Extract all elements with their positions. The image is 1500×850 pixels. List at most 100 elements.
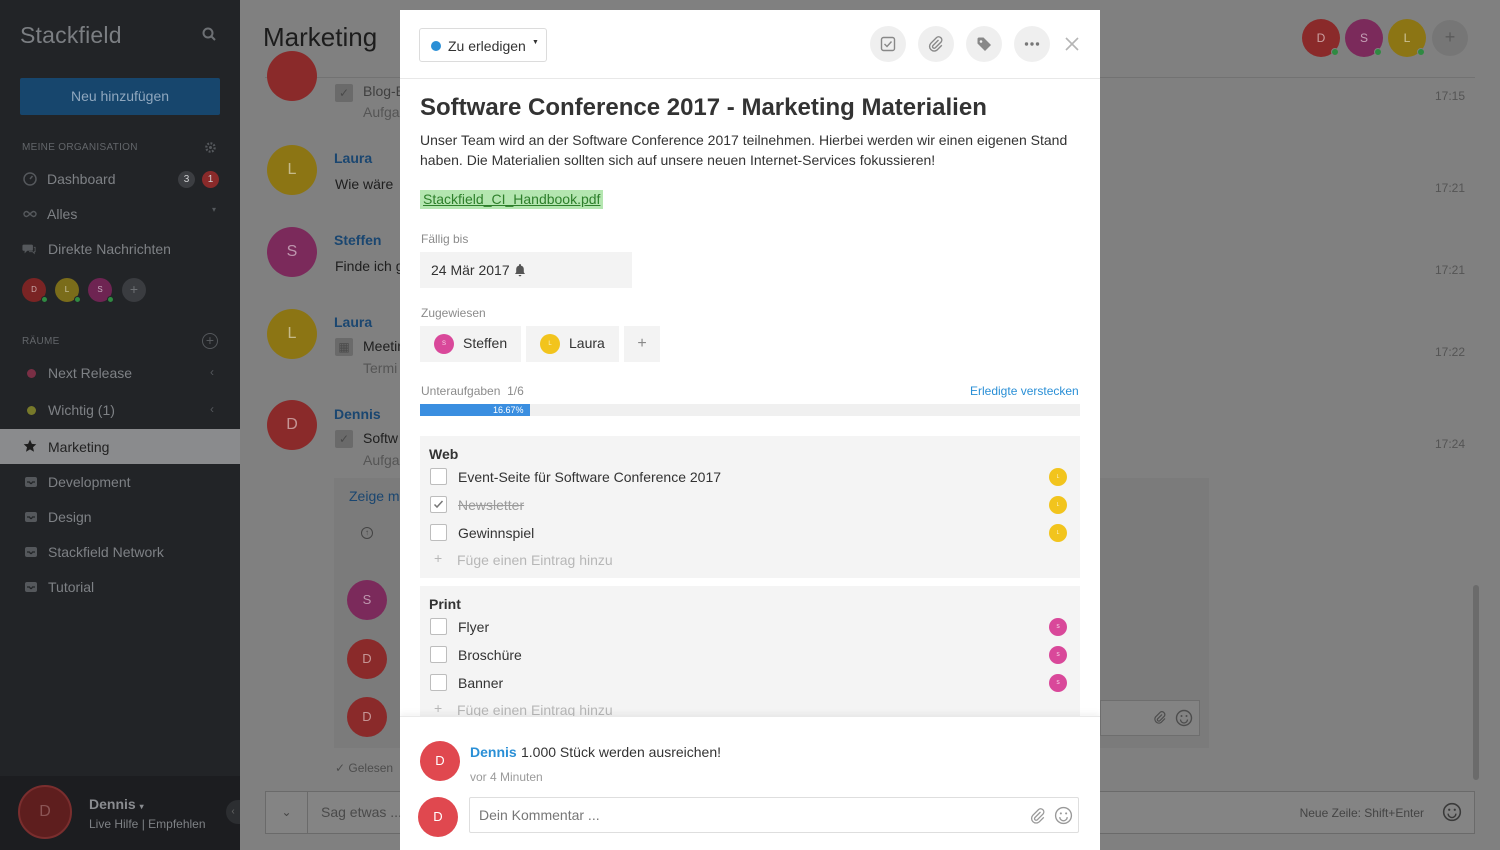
- avatar: L: [540, 334, 560, 354]
- avatar[interactable]: L: [267, 145, 317, 195]
- checkbox[interactable]: [430, 674, 447, 691]
- sidebar-item-design[interactable]: Design: [0, 500, 240, 534]
- add-checklist-item[interactable]: + Füge einen Eintrag hinzu: [420, 548, 1080, 572]
- attachment-link[interactable]: Stackfield_CI_Handbook.pdf: [420, 190, 604, 209]
- more-options-button[interactable]: [1014, 26, 1050, 62]
- emoji-icon[interactable]: [1054, 806, 1073, 825]
- hide-completed-link[interactable]: Erledigte verstecken: [970, 384, 1079, 398]
- caret-down-icon[interactable]: ▾: [212, 205, 216, 214]
- checkbox[interactable]: [430, 618, 447, 635]
- comment-input[interactable]: Dein Kommentar ...: [469, 797, 1079, 833]
- paperclip-icon[interactable]: [1030, 808, 1046, 824]
- contact-avatar[interactable]: L: [55, 278, 81, 303]
- thread-reply-input[interactable]: [1100, 700, 1200, 736]
- avatar[interactable]: S: [1049, 618, 1067, 636]
- search-icon[interactable]: [202, 27, 216, 41]
- checklist-item-text[interactable]: Event-Seite für Software Conference 2017: [458, 469, 721, 485]
- contact-avatar[interactable]: D: [22, 278, 48, 303]
- sidebar-item-development[interactable]: Development: [0, 465, 240, 499]
- avatar[interactable]: L: [1049, 496, 1067, 514]
- sidebar-item-next-release[interactable]: Next Release ‹: [0, 356, 240, 390]
- chevron-left-icon[interactable]: ‹: [210, 365, 214, 379]
- task-check-button[interactable]: [870, 26, 906, 62]
- checkbox[interactable]: [430, 496, 447, 513]
- chevron-left-icon[interactable]: ‹: [210, 402, 214, 416]
- member-avatar[interactable]: L: [1388, 19, 1426, 57]
- scrollbar[interactable]: [1473, 585, 1479, 780]
- message-author[interactable]: Steffen: [334, 232, 381, 248]
- emoji-icon[interactable]: [1175, 709, 1193, 727]
- add-assignee-button[interactable]: +: [624, 326, 660, 362]
- task-description[interactable]: Unser Team wird an der Software Conferen…: [420, 130, 1085, 170]
- count-badge: 3: [178, 171, 195, 188]
- checklist-item-text[interactable]: Banner: [458, 675, 503, 691]
- comment-text: 1.000 Stück werden ausreichen!: [521, 744, 722, 760]
- add-new-button[interactable]: Neu hinzufügen: [20, 78, 220, 115]
- gear-icon[interactable]: [204, 141, 217, 154]
- member-avatar[interactable]: S: [1345, 19, 1383, 57]
- avatar[interactable]: S: [347, 580, 387, 620]
- attach-button[interactable]: [918, 26, 954, 62]
- contact-avatar[interactable]: S: [88, 278, 114, 303]
- message-author[interactable]: Laura: [334, 150, 372, 166]
- add-room-button[interactable]: +: [202, 333, 218, 349]
- checkbox[interactable]: [430, 524, 447, 541]
- comment-time: vor 4 Minuten: [470, 770, 543, 784]
- avatar[interactable]: D: [420, 741, 460, 781]
- avatar[interactable]: S: [267, 227, 317, 277]
- assignee-chip[interactable]: L Laura: [526, 326, 619, 362]
- status-dropdown[interactable]: Zu erledigen ▼: [419, 28, 547, 62]
- user-menu[interactable]: Dennis ▾: [89, 796, 144, 812]
- add-member-button[interactable]: +: [1432, 20, 1468, 56]
- online-indicator: [107, 296, 114, 303]
- sidebar-item-marketing[interactable]: Marketing: [0, 429, 240, 464]
- avatar[interactable]: L: [1049, 524, 1067, 542]
- avatar[interactable]: S: [1049, 646, 1067, 664]
- avatar[interactable]: S: [1049, 674, 1067, 692]
- avatar[interactable]: D: [267, 400, 317, 450]
- checkbox[interactable]: [430, 646, 447, 663]
- sidebar-item-direct-messages[interactable]: Direkte Nachrichten: [0, 232, 240, 266]
- sidebar-item-tutorial[interactable]: Tutorial: [0, 570, 240, 604]
- message-author[interactable]: Laura: [334, 314, 372, 330]
- message-author[interactable]: Dennis: [334, 406, 381, 422]
- message-input[interactable]: Sag etwas ...: [321, 804, 402, 820]
- close-icon[interactable]: [1062, 34, 1082, 54]
- avatar[interactable]: [267, 51, 317, 101]
- member-avatar[interactable]: D: [1302, 19, 1340, 57]
- paperclip-icon[interactable]: [1153, 711, 1167, 725]
- show-more-link[interactable]: Zeige m: [349, 488, 400, 504]
- sidebar-item-all[interactable]: Alles ▾: [0, 197, 240, 231]
- chevron-down-icon[interactable]: ⌄: [266, 792, 308, 833]
- avatar[interactable]: D: [347, 697, 387, 737]
- comment-author[interactable]: Dennis: [470, 744, 517, 760]
- checklist-item-text[interactable]: Broschüre: [458, 647, 522, 663]
- message-text: Blog-B: [363, 83, 406, 99]
- arrow-up-icon[interactable]: ↑: [361, 527, 373, 539]
- bell-icon[interactable]: [514, 263, 526, 277]
- sidebar-item-dashboard[interactable]: Dashboard 3 1: [0, 162, 240, 196]
- sidebar-item-important[interactable]: Wichtig (1) ‹: [0, 393, 240, 427]
- inbox-icon: [25, 477, 37, 487]
- tag-button[interactable]: [966, 26, 1002, 62]
- assignee-chip[interactable]: S Steffen: [420, 326, 521, 362]
- checkbox[interactable]: [430, 468, 447, 485]
- assignee-name: Steffen: [463, 335, 508, 351]
- checklist-item: Event-Seite für Software Conference 2017…: [420, 464, 1080, 492]
- room-color-dot: [27, 406, 36, 415]
- add-contact-button[interactable]: +: [122, 278, 146, 302]
- avatar[interactable]: D: [347, 639, 387, 679]
- due-date-value: 24 Mär 2017: [431, 262, 510, 278]
- sidebar-item-stackfield-network[interactable]: Stackfield Network: [0, 535, 240, 569]
- avatar[interactable]: L: [267, 309, 317, 359]
- message-time: 17:21: [1435, 263, 1466, 277]
- checklist-item-text[interactable]: Newsletter: [458, 497, 524, 513]
- due-date-field[interactable]: 24 Mär 2017: [420, 252, 632, 288]
- checklist-item-text[interactable]: Flyer: [458, 619, 489, 635]
- avatar[interactable]: L: [1049, 468, 1067, 486]
- task-title[interactable]: Software Conference 2017 - Marketing Mat…: [420, 94, 987, 122]
- checklist-item-text[interactable]: Gewinnspiel: [458, 525, 534, 541]
- avatar[interactable]: D: [18, 785, 72, 839]
- help-links[interactable]: Live Hilfe | Empfehlen: [89, 817, 206, 831]
- emoji-icon[interactable]: [1442, 802, 1462, 822]
